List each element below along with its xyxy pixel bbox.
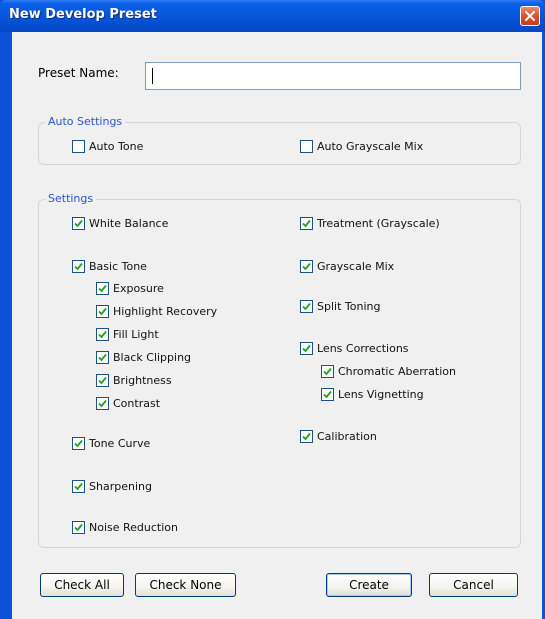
checkbox-box: [72, 521, 85, 534]
checkmark-icon: [74, 523, 83, 532]
checkbox-auto-grayscale-mix[interactable]: Auto Grayscale Mix: [300, 140, 423, 153]
checkbox-box: [300, 430, 313, 443]
title-bar[interactable]: New Develop Preset: [0, 0, 545, 32]
checkbox-fill-light[interactable]: Fill Light: [96, 328, 159, 341]
checkmark-icon: [98, 376, 107, 385]
checkbox-split-toning[interactable]: Split Toning: [300, 300, 380, 313]
checkbox-label: Lens Vignetting: [338, 388, 424, 401]
checkmark-icon: [98, 284, 107, 293]
check-all-button[interactable]: Check All: [40, 573, 124, 597]
checkmark-icon: [98, 330, 107, 339]
checkbox-label: Auto Grayscale Mix: [317, 140, 424, 153]
checkbox-box: [96, 328, 109, 341]
checkbox-label: White Balance: [89, 217, 169, 230]
checkbox-label: Basic Tone: [89, 260, 147, 273]
checkbox-sharpening[interactable]: Sharpening: [72, 480, 152, 493]
checkbox-box: [300, 260, 313, 273]
checkbox-label: Auto Tone: [89, 140, 144, 153]
checkbox-label: Black Clipping: [113, 351, 192, 364]
settings-title: Settings: [45, 192, 97, 205]
checkbox-box: [72, 480, 85, 493]
checkmark-icon: [302, 262, 311, 271]
checkbox-label: Highlight Recovery: [113, 305, 218, 318]
checkmark-icon: [302, 344, 311, 353]
checkbox-auto-tone[interactable]: Auto Tone: [72, 140, 143, 153]
checkbox-label: Exposure: [113, 282, 164, 295]
checkmark-icon: [323, 367, 332, 376]
checkmark-icon: [74, 219, 83, 228]
checkbox-box: [72, 437, 85, 450]
auto-settings-title: Auto Settings: [45, 115, 126, 128]
checkbox-calibration[interactable]: Calibration: [300, 430, 377, 443]
checkbox-label: Treatment (Grayscale): [317, 217, 440, 230]
checkbox-label: Brightness: [113, 374, 172, 387]
checkbox-lens-vignetting[interactable]: Lens Vignetting: [321, 388, 424, 401]
text-caret: [152, 68, 153, 84]
checkbox-label: Calibration: [317, 430, 377, 443]
checkbox-box: [96, 397, 109, 410]
checkbox-noise-reduction[interactable]: Noise Reduction: [72, 521, 178, 534]
checkbox-label: Grayscale Mix: [317, 260, 395, 273]
checkbox-exposure[interactable]: Exposure: [96, 282, 164, 295]
checkmark-icon: [74, 262, 83, 271]
checkbox-label: Fill Light: [113, 328, 159, 341]
preset-name-label: Preset Name:: [38, 66, 119, 80]
checkbox-tone-curve[interactable]: Tone Curve: [72, 437, 150, 450]
checkmark-icon: [98, 399, 107, 408]
checkbox-brightness[interactable]: Brightness: [96, 374, 172, 387]
checkmark-icon: [302, 302, 311, 311]
checkbox-white-balance[interactable]: White Balance: [72, 217, 168, 230]
checkbox-box: [300, 342, 313, 355]
checkmark-icon: [302, 219, 311, 228]
checkbox-highlight-recovery[interactable]: Highlight Recovery: [96, 305, 217, 318]
checkbox-grayscale-mix[interactable]: Grayscale Mix: [300, 260, 394, 273]
checkbox-box: [300, 300, 313, 313]
checkmark-icon: [323, 390, 332, 399]
checkbox-lens-corrections[interactable]: Lens Corrections: [300, 342, 409, 355]
checkbox-box: [96, 305, 109, 318]
checkbox-box: [300, 217, 313, 230]
checkbox-treatment-grayscale[interactable]: Treatment (Grayscale): [300, 217, 440, 230]
checkbox-label: Chromatic Aberration: [338, 365, 456, 378]
checkbox-chromatic-aberration[interactable]: Chromatic Aberration: [321, 365, 456, 378]
checkbox-box: [321, 388, 334, 401]
dialog-window: New Develop Preset Preset Name: Auto Set…: [0, 0, 545, 619]
checkmark-icon: [74, 482, 83, 491]
checkbox-box: [96, 351, 109, 364]
checkbox-contrast[interactable]: Contrast: [96, 397, 160, 410]
checkbox-black-clipping[interactable]: Black Clipping: [96, 351, 191, 364]
checkbox-label: Contrast: [113, 397, 161, 410]
checkbox-label: Tone Curve: [89, 437, 151, 450]
cancel-button[interactable]: Cancel: [429, 573, 518, 597]
checkbox-label: Lens Corrections: [317, 342, 409, 355]
checkbox-label: Split Toning: [317, 300, 381, 313]
checkbox-box: [96, 282, 109, 295]
dialog-title: New Develop Preset: [9, 7, 157, 22]
checkbox-box: [96, 374, 109, 387]
close-icon: [525, 11, 535, 21]
checkbox-basic-tone[interactable]: Basic Tone: [72, 260, 147, 273]
close-button[interactable]: [520, 6, 540, 26]
checkmark-icon: [302, 432, 311, 441]
checkbox-box: [321, 365, 334, 378]
checkbox-label: Sharpening: [89, 480, 152, 493]
checkmark-icon: [74, 439, 83, 448]
checkbox-box: [72, 140, 85, 153]
checkmark-icon: [98, 307, 107, 316]
checkbox-label: Noise Reduction: [89, 521, 178, 534]
dialog-body: Preset Name: Auto Settings Auto Tone Aut…: [12, 32, 542, 619]
checkbox-box: [72, 260, 85, 273]
check-none-button[interactable]: Check None: [135, 573, 236, 597]
create-button[interactable]: Create: [326, 573, 412, 597]
checkmark-icon: [98, 353, 107, 362]
checkbox-box: [72, 217, 85, 230]
preset-name-input[interactable]: [145, 62, 521, 90]
checkbox-box: [300, 140, 313, 153]
